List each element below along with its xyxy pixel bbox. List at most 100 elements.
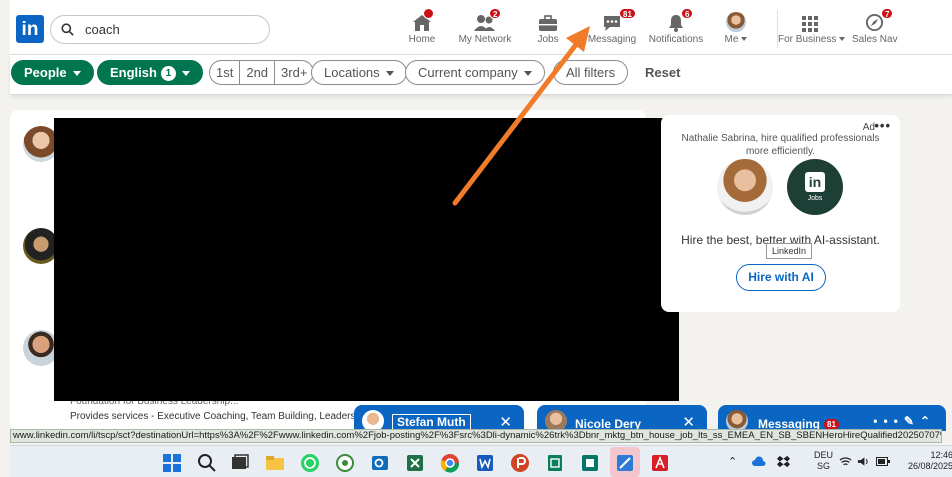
whatsapp-icon[interactable] bbox=[300, 453, 320, 473]
connection-degree-group: 1st 2nd 3rd+ bbox=[209, 60, 315, 85]
nav-notifications[interactable]: 6 Notifications bbox=[647, 8, 705, 48]
chat-window-nicole[interactable]: Nicole Dery ✕ bbox=[537, 405, 707, 432]
caret-down-icon bbox=[523, 71, 532, 77]
sales-nav-badge: 7 bbox=[881, 8, 894, 19]
nav-for-business[interactable]: For Business bbox=[778, 10, 846, 48]
search-icon bbox=[61, 23, 74, 36]
more-icon[interactable]: ••• bbox=[873, 414, 904, 428]
compose-icon[interactable]: ✎ bbox=[904, 414, 920, 428]
app-icon[interactable] bbox=[335, 453, 355, 473]
nav-me[interactable]: Me bbox=[722, 10, 750, 48]
system-clock[interactable]: 12:46 26/08/2025 bbox=[908, 450, 952, 472]
result-snippet-2: Provides services - Executive Coaching, … bbox=[70, 411, 369, 422]
ad-text: Nathalie Sabrina, hire qualified profess… bbox=[681, 133, 880, 157]
acrobat-icon[interactable] bbox=[650, 453, 670, 473]
nav-my-network[interactable]: 2 My Network bbox=[457, 8, 513, 48]
caret-down-icon bbox=[181, 71, 190, 77]
word-icon[interactable] bbox=[475, 453, 495, 473]
search-icon[interactable] bbox=[197, 453, 217, 473]
search-input[interactable]: coach bbox=[50, 15, 270, 44]
linkedin-logo[interactable]: in bbox=[16, 15, 44, 43]
search-value: coach bbox=[85, 22, 120, 37]
clock-time: 12:46 bbox=[930, 450, 952, 460]
home-badge-dot bbox=[423, 8, 434, 19]
chevron-up-icon[interactable]: ⌃ bbox=[728, 455, 737, 468]
caret-down-icon bbox=[72, 71, 81, 77]
briefcase-icon bbox=[539, 15, 557, 31]
nav-messaging[interactable]: 81 Messaging bbox=[587, 8, 637, 48]
wifi-icon[interactable] bbox=[839, 456, 852, 467]
messaging-badge: 81 bbox=[619, 8, 636, 19]
avatar bbox=[726, 12, 746, 32]
task-view-icon[interactable] bbox=[230, 453, 250, 473]
cloud-icon[interactable] bbox=[752, 456, 766, 468]
jobs-logo-label: Jobs bbox=[807, 195, 823, 202]
english-filter-button[interactable]: English 1 bbox=[97, 60, 203, 85]
nav-messaging-label: Messaging bbox=[587, 34, 637, 45]
nav-sales-nav-label: Sales Nav bbox=[852, 34, 898, 45]
nav-my-network-label: My Network bbox=[458, 34, 512, 45]
chevron-up-icon[interactable]: ⌃ bbox=[920, 414, 936, 428]
filter-bar: People English 1 1st 2nd 3rd+ Locations C… bbox=[10, 55, 952, 95]
current-company-filter-button[interactable]: Current company bbox=[405, 60, 545, 85]
english-filter-label: English bbox=[110, 65, 157, 80]
nav-home-label: Home bbox=[408, 34, 436, 45]
locations-filter-label: Locations bbox=[324, 65, 380, 80]
battery-icon[interactable] bbox=[876, 457, 890, 466]
chevron-down-icon bbox=[741, 37, 748, 42]
chat-name-1: Stefan Muth bbox=[392, 414, 471, 430]
messaging-tools: •••✎⌃ bbox=[873, 414, 936, 428]
degree-2nd-button[interactable]: 2nd bbox=[240, 61, 276, 84]
people-filter-label: People bbox=[24, 65, 67, 80]
chrome-icon[interactable] bbox=[440, 453, 460, 473]
all-filters-button[interactable]: All filters bbox=[553, 60, 629, 85]
people-filter-button[interactable]: People bbox=[11, 60, 94, 85]
nav-jobs[interactable]: Jobs bbox=[535, 10, 561, 48]
speaker-icon[interactable] bbox=[857, 456, 870, 467]
nav-notifications-label: Notifications bbox=[648, 34, 704, 45]
messaging-panel[interactable]: Messaging 81 •••✎⌃ bbox=[718, 405, 946, 432]
degree-3rd-button[interactable]: 3rd+ bbox=[275, 61, 313, 84]
english-count-badge: 1 bbox=[160, 66, 176, 81]
publisher-icon[interactable] bbox=[580, 453, 600, 473]
tooltip: LinkedIn bbox=[766, 243, 813, 259]
nav-home[interactable]: Home bbox=[407, 8, 437, 48]
notifications-badge: 6 bbox=[681, 8, 694, 19]
hire-with-ai-button[interactable]: Hire with AI bbox=[736, 264, 826, 291]
ad-profile-photo bbox=[717, 159, 773, 215]
status-url: www.linkedin.com/li/tscp/sct?destination… bbox=[10, 429, 942, 443]
keyboard-language[interactable]: DEU bbox=[814, 450, 833, 461]
degree-1st-button[interactable]: 1st bbox=[210, 61, 241, 84]
all-filters-label: All filters bbox=[566, 65, 616, 80]
clock-date: 26/08/2025 bbox=[908, 461, 952, 471]
chat-bubble-icon bbox=[604, 16, 620, 31]
caret-down-icon bbox=[385, 71, 394, 77]
file-explorer-icon[interactable] bbox=[265, 453, 285, 473]
redacted-block bbox=[54, 118, 679, 401]
keyboard-region: SG bbox=[817, 461, 831, 471]
chat-window-stefan[interactable]: Stefan Muth ✕ bbox=[354, 405, 524, 432]
linkedin-jobs-logo: in Jobs bbox=[787, 159, 843, 215]
chevron-down-icon bbox=[839, 37, 846, 42]
dropbox-icon[interactable] bbox=[777, 455, 790, 468]
outlook-icon[interactable] bbox=[370, 453, 390, 473]
nav-for-business-label: For Business bbox=[778, 34, 837, 45]
windows-start-icon[interactable] bbox=[162, 453, 182, 473]
network-badge: 2 bbox=[489, 8, 502, 19]
snipping-tool-icon[interactable] bbox=[615, 453, 635, 473]
nav-sales-nav[interactable]: 7 Sales Nav bbox=[852, 8, 898, 48]
top-navigation: in coach Home 2 My Network Jobs 81 Messa… bbox=[10, 0, 952, 55]
current-company-filter-label: Current company bbox=[418, 65, 518, 80]
more-options-icon[interactable]: ••• bbox=[874, 118, 891, 133]
powerpoint-icon[interactable] bbox=[510, 453, 530, 473]
grid-icon bbox=[802, 16, 818, 32]
jobs-logo-mark: in bbox=[805, 172, 825, 192]
excel-icon[interactable] bbox=[405, 453, 425, 473]
nav-jobs-label: Jobs bbox=[537, 34, 559, 45]
nav-me-label: Me bbox=[724, 34, 739, 45]
reset-button[interactable]: Reset bbox=[645, 65, 680, 80]
locations-filter-button[interactable]: Locations bbox=[311, 60, 407, 85]
ad-card: Ad ••• Nathalie Sabrina, hire qualified … bbox=[661, 115, 900, 312]
sheets-icon[interactable] bbox=[545, 453, 565, 473]
windows-taskbar: ⌃ DEU SG 12:46 26/08/2025 bbox=[10, 445, 952, 477]
